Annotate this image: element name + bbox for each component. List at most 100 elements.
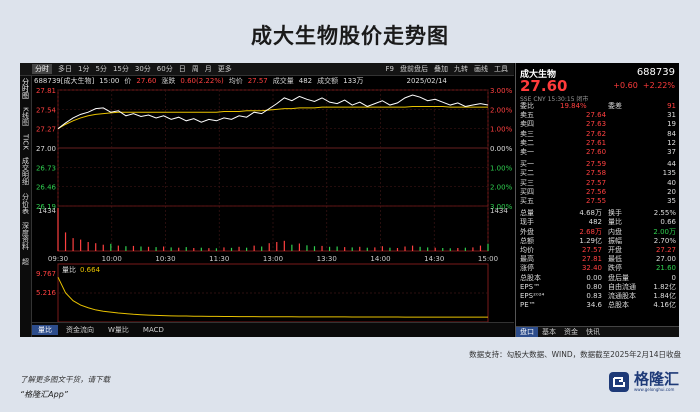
- tab-daily[interactable]: 日: [179, 64, 186, 74]
- ask-volume: 84: [667, 129, 676, 138]
- stat-value: 27.57: [581, 246, 602, 254]
- tab-volume-ratio[interactable]: 量比: [32, 325, 58, 335]
- bid-volume: 35: [667, 197, 676, 205]
- stat-label: 均价: [520, 246, 534, 254]
- tab-weekly[interactable]: 周: [192, 64, 199, 74]
- time-tick-label: 13:00: [263, 255, 283, 263]
- nine-turn-button[interactable]: 九转: [454, 64, 468, 74]
- bid-label: 买三: [520, 178, 534, 187]
- tab-funds[interactable]: 资金: [560, 327, 582, 337]
- quote-info-bar: 688739[成大生物] 15:00 价 27.60 涨跌 0.60(2.22%…: [32, 76, 514, 86]
- stat-label: 最高: [520, 255, 534, 264]
- tab-w-volume-ratio[interactable]: W量比: [102, 325, 135, 335]
- sub-chart-value: 0.664: [80, 266, 101, 274]
- tab-intraday[interactable]: 分时: [32, 64, 52, 74]
- info-change-label: 涨跌: [161, 77, 176, 85]
- left-tab-intraday[interactable]: 分时图: [22, 78, 30, 99]
- ask-row: 卖四 27.63 19: [520, 121, 676, 128]
- stat-label: EPS²⁰²⁴: [520, 292, 545, 300]
- time-tick-label: 10:30: [155, 255, 175, 263]
- bid-volume: 40: [667, 178, 676, 187]
- intraday-chart[interactable]: 27.81 3.00% 27.54 2.00% 27.27 1.00% 27.00 0.00%…: [32, 86, 514, 322]
- stat-value: 0.00: [586, 273, 602, 282]
- time-tick-label: 13:30: [317, 255, 337, 263]
- stat-row: 外盘 2.68万 内盘 2.00万: [520, 227, 676, 236]
- logo-url: www.gelonghui.com: [634, 387, 675, 392]
- download-prompt: 了解更多图文干货，请下载: [20, 375, 110, 384]
- stat-label: 总额: [520, 236, 534, 245]
- ask-volume: 37: [667, 148, 676, 156]
- tab-more[interactable]: 更多: [218, 64, 232, 74]
- tab-15min[interactable]: 15分: [113, 64, 129, 74]
- left-tab-super[interactable]: 超: [22, 258, 30, 265]
- ask-label: 卖二: [520, 138, 534, 147]
- stat-value: 2.00万: [653, 227, 676, 236]
- tab-monthly[interactable]: 月: [205, 64, 212, 74]
- ask-price: 27.64: [586, 111, 607, 120]
- ask-price: 27.61: [586, 138, 607, 147]
- tab-money-flow[interactable]: 资金流向: [60, 325, 100, 335]
- stat-value: 2.70%: [653, 236, 676, 245]
- bid-price: 27.57: [586, 178, 607, 187]
- info-date: 2025/02/14: [406, 77, 447, 85]
- stat-label: 现手: [520, 218, 534, 227]
- ask-label: 卖三: [520, 129, 534, 138]
- ratio-value: 19.84%: [560, 102, 587, 110]
- bid-volume: 20: [667, 187, 676, 196]
- bid-price: 27.58: [586, 169, 607, 178]
- price-tick-label: 26.73: [36, 164, 56, 172]
- stat-value: 0.66: [660, 218, 676, 227]
- info-avg: 27.57: [247, 77, 268, 85]
- bid-volume: 44: [667, 160, 676, 169]
- info-volume: 482: [298, 77, 313, 85]
- info-amount: 133万: [343, 77, 364, 85]
- bid-row: 买二 27.58 135: [520, 170, 676, 177]
- left-tab-trade-details[interactable]: 成交明细: [22, 157, 30, 185]
- tab-order-book[interactable]: 盘口: [516, 327, 538, 337]
- tab-macd[interactable]: MACD: [137, 326, 170, 334]
- info-amount-label: 成交额: [317, 77, 339, 85]
- tab-5min[interactable]: 5分: [95, 64, 106, 74]
- bid-label: 买五: [520, 197, 534, 205]
- tab-1min[interactable]: 1分: [78, 64, 89, 74]
- info-time: 15:00: [99, 77, 120, 85]
- volume-tick-right: 1434: [490, 207, 508, 215]
- overlay-button[interactable]: 叠加: [434, 64, 448, 74]
- stat-row: PE™ 34.6 总股本 4.16亿: [520, 302, 676, 309]
- tools-button[interactable]: 工具: [494, 64, 508, 74]
- stat-value: 4.16亿: [653, 301, 676, 310]
- tab-news[interactable]: 快讯: [582, 327, 604, 337]
- pre-post-market-button[interactable]: 盘前盘后: [400, 64, 428, 74]
- tab-basic[interactable]: 基本: [538, 327, 560, 337]
- ask-price: 27.60: [586, 148, 607, 156]
- left-view-tabs: 分时图 K线图 TICK 成交明细 分价表 深度资料 超: [20, 76, 32, 337]
- stat-label: 换手: [608, 209, 622, 218]
- left-tab-depth[interactable]: 深度资料: [22, 222, 30, 250]
- ask-row: 卖二 27.61 12: [520, 138, 676, 147]
- tab-60min[interactable]: 60分: [157, 64, 173, 74]
- time-tick-label: 09:30: [48, 255, 68, 263]
- draw-line-button[interactable]: 画线: [474, 64, 488, 74]
- left-tab-kline[interactable]: K线图: [22, 107, 30, 126]
- left-tab-tick[interactable]: TICK: [22, 134, 30, 150]
- stat-value: 482: [588, 218, 602, 227]
- volume-ratio-line: [57, 276, 489, 318]
- ratio-row: 委比 19.84% 委差 91: [520, 103, 676, 110]
- stat-value: 27.00: [655, 255, 676, 264]
- ask-price: 27.62: [586, 129, 607, 138]
- tab-30min[interactable]: 30分: [135, 64, 151, 74]
- ask-volume: 31: [667, 111, 676, 120]
- info-avg-label: 均价: [228, 77, 243, 85]
- price-tick-label: 26.46: [36, 184, 57, 192]
- left-tab-price-table[interactable]: 分价表: [22, 193, 30, 214]
- sub-y-mid: 5.216: [36, 289, 57, 297]
- stat-label: 总股本: [520, 273, 541, 282]
- bid-row: 买三 27.57 40: [520, 178, 676, 187]
- f9-button[interactable]: F9: [386, 65, 394, 73]
- time-tick-label: 10:00: [102, 255, 122, 263]
- tab-multi-day[interactable]: 多日: [58, 64, 72, 74]
- quote-panel: 成大生物 688739 27.60 +0.60 +2.22% SSE CNY 1…: [515, 63, 679, 337]
- pct-tick-label: 1.00%: [490, 126, 513, 134]
- ask-label: 卖五: [520, 111, 534, 120]
- pct-tick-label: 2.00%: [490, 106, 513, 114]
